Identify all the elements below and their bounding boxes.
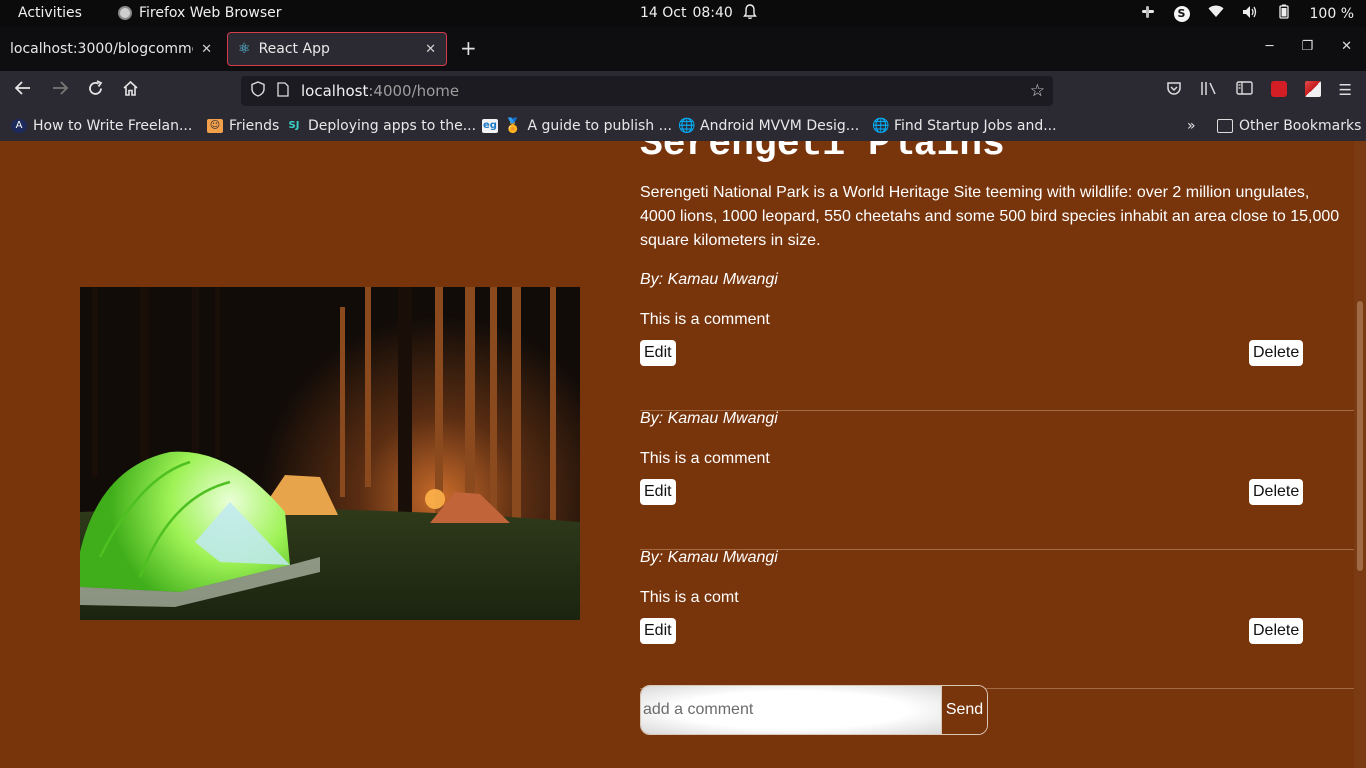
- activities-button[interactable]: Activities: [18, 5, 82, 21]
- bell-icon: [743, 4, 757, 24]
- back-icon[interactable]: [14, 80, 32, 101]
- bookmark-item[interactable]: SJ Deploying apps to the...: [286, 118, 476, 134]
- home-icon[interactable]: [122, 80, 139, 102]
- comment-author: By: Kamau Mwangi: [640, 410, 778, 427]
- toolbar-icons: ☰: [1166, 81, 1352, 100]
- tab-strip: localhost:3000/blogcommen ✕ ⚛ React App …: [0, 27, 1366, 71]
- bookmark-item[interactable]: ☺ Friends: [207, 118, 279, 134]
- comment-item: By: Kamau Mwangi This is a comment Edit …: [640, 271, 1366, 411]
- edit-button[interactable]: Edit: [640, 479, 676, 505]
- volume-icon: [1242, 5, 1258, 23]
- ublock-icon[interactable]: [1270, 81, 1287, 97]
- system-tray[interactable]: S 100 %: [1140, 4, 1354, 23]
- edit-button[interactable]: Edit: [640, 618, 676, 644]
- friends-icon: ☺: [207, 119, 223, 133]
- comment-author: By: Kamau Mwangi: [640, 549, 778, 566]
- page-scrollbar[interactable]: [1354, 141, 1366, 768]
- bookmark-item[interactable]: A How to Write Freelan...: [11, 118, 192, 134]
- battery-percent: 100 %: [1309, 5, 1354, 22]
- delete-button[interactable]: Delete: [1249, 479, 1304, 505]
- new-tab-icon[interactable]: +: [460, 36, 477, 60]
- tab-blogcomments[interactable]: localhost:3000/blogcommen ✕: [0, 32, 222, 66]
- other-bookmarks[interactable]: Other Bookmarks: [1217, 118, 1361, 134]
- bookmark-item[interactable]: eg 🏅 A guide to publish ...: [482, 118, 672, 134]
- extension-icon[interactable]: [1304, 81, 1321, 97]
- send-button[interactable]: Send: [941, 686, 987, 734]
- minimize-icon[interactable]: ─: [1266, 39, 1274, 54]
- menu-icon[interactable]: ☰: [1339, 81, 1352, 100]
- comment-item: By: Kamau Mwangi This is a comment Edit …: [640, 410, 1366, 550]
- bookmark-label: A guide to publish ...: [527, 118, 672, 134]
- delete-button[interactable]: Delete: [1249, 340, 1304, 366]
- tab-react-app[interactable]: ⚛ React App ✕: [227, 32, 447, 66]
- close-tab-icon[interactable]: ✕: [425, 42, 436, 57]
- folder-icon: [1217, 119, 1233, 133]
- app-menu[interactable]: Firefox Web Browser: [118, 5, 282, 21]
- other-bookmarks-label: Other Bookmarks: [1239, 118, 1362, 134]
- restore-icon[interactable]: ❐: [1301, 39, 1313, 54]
- date: 14 Oct: [640, 5, 687, 21]
- bookmark-label: Friends: [229, 118, 280, 134]
- shield-icon[interactable]: [251, 81, 265, 101]
- clock[interactable]: 14 Oct 08:40: [640, 5, 733, 21]
- skype-icon: S: [1173, 5, 1190, 22]
- scrollbar-thumb[interactable]: [1357, 301, 1363, 571]
- comment-text: This is a comt: [640, 589, 739, 606]
- bookmark-star-icon[interactable]: ☆: [1030, 81, 1045, 101]
- comment-text: This is a comment: [640, 450, 770, 467]
- battery-icon: [1276, 4, 1292, 23]
- tab-title: React App: [258, 41, 330, 57]
- time: 08:40: [692, 5, 733, 21]
- medal-icon: 🏅: [504, 118, 522, 134]
- app-name: Firefox Web Browser: [139, 5, 282, 21]
- sidebar-icon[interactable]: [1235, 81, 1253, 100]
- slack-icon: [1140, 5, 1156, 23]
- comment-item: By: Kamau Mwangi This is a comt Edit Del…: [640, 549, 1366, 689]
- bookmarks-bar: A How to Write Freelan... ☺ Friends SJ D…: [0, 111, 1366, 141]
- address-bar[interactable]: localhost:4000/home ☆: [241, 76, 1053, 106]
- camping-photo: [80, 287, 580, 620]
- sj-icon: SJ: [286, 119, 302, 133]
- bookmark-item[interactable]: 🌐 Find Startup Jobs and...: [872, 118, 1057, 134]
- globe-icon: 🌐: [678, 118, 696, 134]
- post-body: Serengeti National Park is a World Herit…: [640, 184, 1340, 249]
- bookmark-item[interactable]: 🌐 Android MVVM Desig...: [678, 118, 859, 134]
- globe-icon: 🌐: [872, 118, 890, 134]
- bookmark-label: Deploying apps to the...: [308, 118, 477, 134]
- react-icon: ⚛: [238, 41, 251, 57]
- url-host: localhost: [301, 82, 369, 100]
- edit-button[interactable]: Edit: [640, 340, 676, 366]
- close-tab-icon[interactable]: ✕: [201, 42, 212, 57]
- chevron-more-icon[interactable]: »: [1187, 118, 1196, 134]
- a-icon: A: [11, 119, 27, 133]
- pocket-icon[interactable]: [1166, 81, 1182, 100]
- page-content: Serengeti Plains Serengeti National Park…: [0, 141, 1366, 768]
- reload-icon[interactable]: [87, 80, 104, 102]
- comment-author: By: Kamau Mwangi: [640, 271, 778, 288]
- wifi-icon: [1208, 5, 1224, 22]
- comment-form: Send: [640, 685, 988, 735]
- library-icon[interactable]: [1200, 81, 1218, 100]
- window-controls: ─ ❐ ✕: [1266, 39, 1352, 54]
- comment-text: This is a comment: [640, 311, 770, 328]
- system-top-bar: Activities Firefox Web Browser 14 Oct 08…: [0, 0, 1366, 27]
- bookmark-label: How to Write Freelan...: [33, 118, 193, 134]
- comment-input[interactable]: [641, 686, 941, 734]
- close-window-icon[interactable]: ✕: [1341, 39, 1352, 54]
- url-path: :4000/home: [368, 82, 460, 100]
- bookmark-label: Find Startup Jobs and...: [894, 118, 1057, 134]
- tab-title: localhost:3000/blogcommen: [10, 41, 194, 57]
- navigation-bar: localhost:4000/home ☆ ☰: [0, 71, 1366, 111]
- page-info-icon[interactable]: [277, 81, 289, 101]
- post-title: Serengeti Plains: [640, 141, 1005, 166]
- eg-icon: eg: [482, 119, 498, 133]
- bookmark-label: Android MVVM Desig...: [700, 118, 860, 134]
- firefox-icon: [118, 6, 132, 20]
- delete-button[interactable]: Delete: [1249, 618, 1304, 644]
- forward-icon[interactable]: [51, 80, 69, 101]
